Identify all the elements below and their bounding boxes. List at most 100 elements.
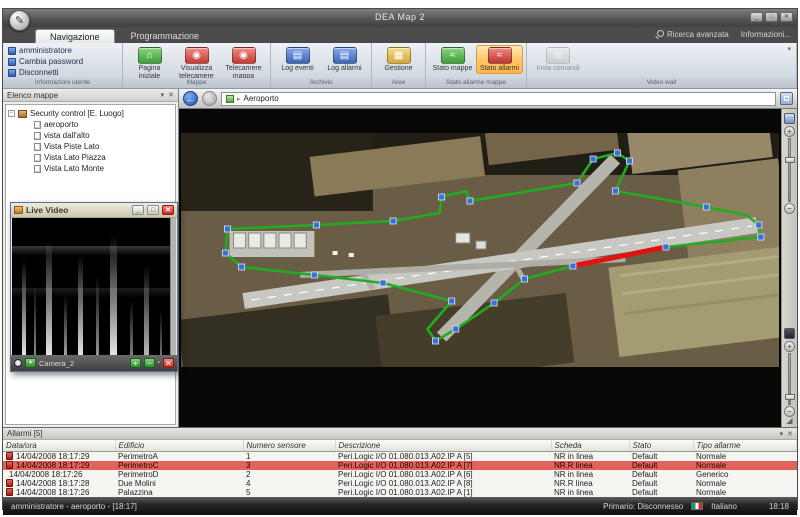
- manage-areas-button[interactable]: ▦ Gestione: [375, 45, 422, 74]
- forward-button[interactable]: →: [202, 91, 217, 106]
- video-scrollbar[interactable]: [170, 218, 176, 355]
- status-clock: 18:18: [769, 502, 789, 511]
- map-canvas[interactable]: + − + − ◢: [179, 109, 797, 427]
- tree-item-vista-monte[interactable]: Vista Lato Monte: [8, 163, 173, 174]
- videowall-button[interactable]: ⊞ Invia comandi: [530, 45, 586, 74]
- alarms-panel: Allarmi [5] ▾ ✕ Data/ora Edificio Numero…: [3, 427, 797, 497]
- zoom-minus-button[interactable]: −: [144, 358, 155, 368]
- zoom-out-button[interactable]: −: [784, 203, 795, 214]
- alarms-table: Data/ora Edificio Numero sensore Descriz…: [3, 440, 797, 497]
- panel-close-icon[interactable]: ✕: [168, 91, 174, 99]
- opacity-slider[interactable]: [788, 353, 791, 405]
- camera-icon: ◉: [185, 47, 209, 64]
- stop-video-button[interactable]: ✕: [163, 358, 174, 368]
- back-button[interactable]: ←: [183, 91, 198, 106]
- user-account-item[interactable]: amministratore: [8, 46, 83, 55]
- disconnect-item[interactable]: Disconnetti: [8, 68, 83, 77]
- tab-navigazione[interactable]: Navigazione: [35, 29, 115, 43]
- ribbon-collapse-icon[interactable]: ▾: [784, 45, 794, 65]
- alarm-bell-icon: [6, 452, 13, 460]
- collapse-icon[interactable]: −: [8, 110, 15, 117]
- change-password-item[interactable]: Cambia password: [8, 57, 83, 66]
- minimize-button[interactable]: _: [750, 12, 763, 22]
- layer-tool-icon[interactable]: [784, 328, 795, 339]
- tab-programmazione[interactable]: Programmazione: [117, 29, 214, 43]
- tree-item-vista-alto[interactable]: vista dall'alto: [8, 130, 173, 141]
- home-icon: ⌂: [138, 47, 162, 64]
- alarms-close-icon[interactable]: ✕: [787, 430, 793, 438]
- video-feed: [12, 218, 176, 355]
- map-status-button[interactable]: ≈ Stato mappe: [429, 45, 476, 74]
- logout-icon: [8, 69, 16, 77]
- maximize-button[interactable]: □: [765, 12, 778, 22]
- video-minimize-button[interactable]: _: [132, 205, 144, 215]
- live-video-window[interactable]: Live Video _ □ ✕ ▾ Camera_2 +: [10, 202, 178, 372]
- map-options-button[interactable]: [780, 92, 793, 105]
- map-icon: [226, 95, 234, 103]
- alarm-bell-icon: [6, 479, 13, 487]
- page: ✎ DEA Map 2 _ □ ✕ Navigazione Programmaz…: [0, 0, 800, 517]
- videowall-icon: ⊞: [546, 47, 570, 64]
- map-list-title: Elenco mappe: [7, 91, 58, 100]
- ribbon-group-maps: ⌂ Pagina iniziale ◉ Visualizza telecamer…: [123, 43, 271, 88]
- pan-tool-icon[interactable]: [784, 113, 795, 124]
- map-status-icon: ≈: [441, 47, 465, 64]
- alarm-bell-icon: [6, 461, 13, 469]
- home-map-button[interactable]: ⌂ Pagina iniziale: [126, 45, 173, 82]
- pin-icon[interactable]: ▾: [161, 91, 165, 99]
- light-icon[interactable]: [14, 359, 22, 367]
- video-camera-icon: [14, 206, 23, 214]
- table-row[interactable]: 14/04/2008 18:17:29 PerimetroA1 Peri.Log…: [3, 451, 797, 461]
- status-language[interactable]: Italiano: [711, 502, 737, 511]
- table-row[interactable]: 14/04/2008 18:17:26 Palazzina5 Peri.Logi…: [3, 488, 797, 497]
- tree-item-vista-piste[interactable]: Vista Piste Lato: [8, 141, 173, 152]
- close-button[interactable]: ✕: [780, 12, 793, 22]
- alarms-pin-icon[interactable]: ▾: [780, 430, 784, 438]
- alarm-status-button[interactable]: ≈ Stato allarmi: [476, 45, 523, 74]
- areas-icon: ▦: [387, 47, 411, 64]
- advanced-search-link[interactable]: Ricerca avanzata: [657, 30, 729, 39]
- opacity-up-button[interactable]: +: [784, 341, 795, 352]
- alarm-log-button[interactable]: ▤ Log allarmi: [321, 45, 368, 74]
- alarms-title: Allarmi [5]: [7, 429, 43, 438]
- map-breadcrumb[interactable]: ▸ Aeroporto: [221, 92, 776, 106]
- alarm-status-icon: ≈: [488, 47, 512, 64]
- table-row[interactable]: 14/04/2008 18:17:26 PerimetroD2 Peri.Log…: [3, 470, 797, 479]
- camera-select-dropdown[interactable]: ▾: [25, 358, 36, 368]
- table-row[interactable]: 14/04/2008 18:17:29 PerimetroC3 Peri.Log…: [3, 461, 797, 470]
- video-maximize-button[interactable]: □: [147, 205, 159, 215]
- search-icon: [657, 30, 664, 37]
- map-page-icon: [34, 143, 41, 151]
- map-toolbar: ← → ▸ Aeroporto: [179, 89, 797, 109]
- table-row[interactable]: 14/04/2008 18:17:28 Due Molini4 Peri.Log…: [3, 479, 797, 488]
- info-link[interactable]: Informazioni...: [741, 30, 791, 39]
- ribbon-group-areas: ▦ Gestione Aree: [372, 43, 426, 88]
- window-title: DEA Map 2: [3, 12, 797, 22]
- zoom-plus-button[interactable]: +: [130, 358, 141, 368]
- map-page-icon: [34, 154, 41, 162]
- camera-map-icon: ◉: [232, 47, 256, 64]
- preset-icon[interactable]: ▪: [158, 360, 160, 366]
- map-page-icon: [34, 121, 41, 129]
- titlebar: ✎ DEA Map 2 _ □ ✕: [3, 9, 797, 27]
- ribbon: amministratore Cambia password Disconnet…: [3, 43, 797, 89]
- map-controls: + − + − ◢: [781, 109, 797, 427]
- event-log-button[interactable]: ▤ Log eventi: [274, 45, 321, 74]
- chevron-right-icon: ▸: [237, 95, 241, 103]
- zoom-in-button[interactable]: +: [784, 126, 795, 137]
- tree-root[interactable]: − Security control [E. Luogo]: [8, 108, 173, 119]
- user-icon: [8, 47, 16, 55]
- ribbon-group-log: ▤ Log eventi ▤ Log allarmi Archivio: [271, 43, 372, 88]
- video-controls: ▾ Camera_2 + − ▪ ✕: [11, 355, 177, 371]
- italian-flag-icon: [691, 502, 703, 510]
- app-menu-button[interactable]: ✎: [9, 10, 30, 31]
- live-video-titlebar[interactable]: Live Video _ □ ✕: [11, 203, 177, 218]
- tree-item-aeroporto[interactable]: aeroporto: [8, 119, 173, 130]
- aerial-photo: [181, 133, 779, 367]
- resize-grip-icon[interactable]: ◢: [786, 417, 792, 425]
- video-close-button[interactable]: ✕: [162, 205, 174, 215]
- map-cameras-button[interactable]: ◉ Telecamere mappa: [220, 45, 267, 82]
- show-cameras-button[interactable]: ◉ Visualizza telecamere: [173, 45, 220, 82]
- zoom-slider[interactable]: [788, 138, 791, 202]
- tree-item-vista-piazza[interactable]: Vista Lato Piazza: [8, 152, 173, 163]
